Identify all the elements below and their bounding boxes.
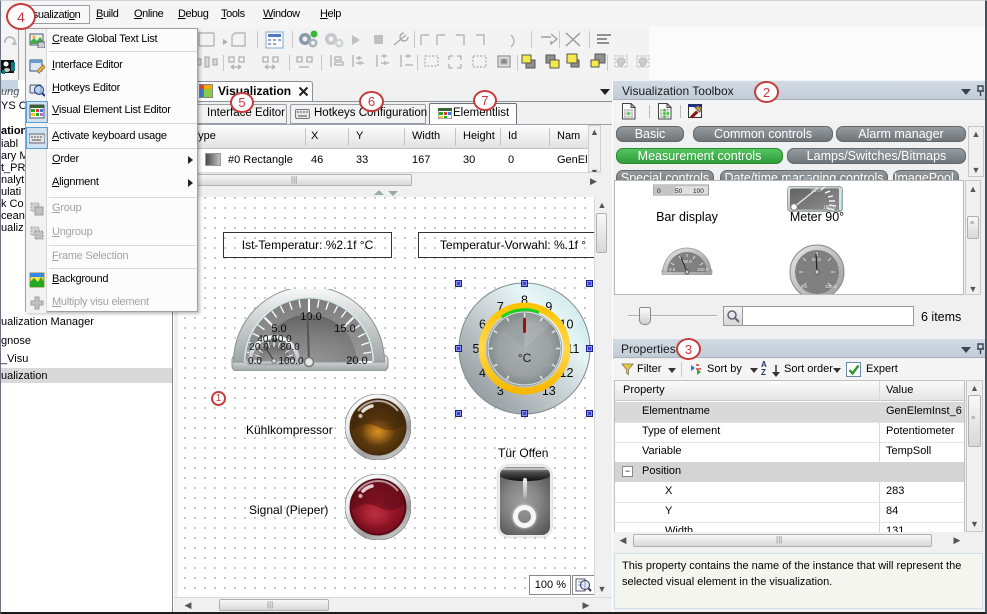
svg-text:°C: °C xyxy=(518,351,532,365)
svg-text:20.0: 20.0 xyxy=(346,355,367,367)
svg-text:50: 50 xyxy=(675,188,683,195)
svg-text:0: 0 xyxy=(657,188,661,195)
svg-text:100: 100 xyxy=(693,188,704,195)
svg-text:100.0: 100.0 xyxy=(825,284,837,289)
svg-text:0.0: 0.0 xyxy=(801,284,808,289)
svg-text:0.0: 0.0 xyxy=(669,267,676,272)
svg-text:100.0: 100.0 xyxy=(697,267,709,272)
svg-text:50.0: 50.0 xyxy=(683,259,692,264)
svg-text:100.0: 100.0 xyxy=(278,356,303,367)
svg-text:10.0: 10.0 xyxy=(300,311,321,323)
svg-text:80.0: 80.0 xyxy=(280,342,300,353)
svg-text:15.0: 15.0 xyxy=(334,323,355,335)
svg-text:5: 5 xyxy=(473,342,480,356)
svg-text:0.0: 0.0 xyxy=(248,356,262,367)
